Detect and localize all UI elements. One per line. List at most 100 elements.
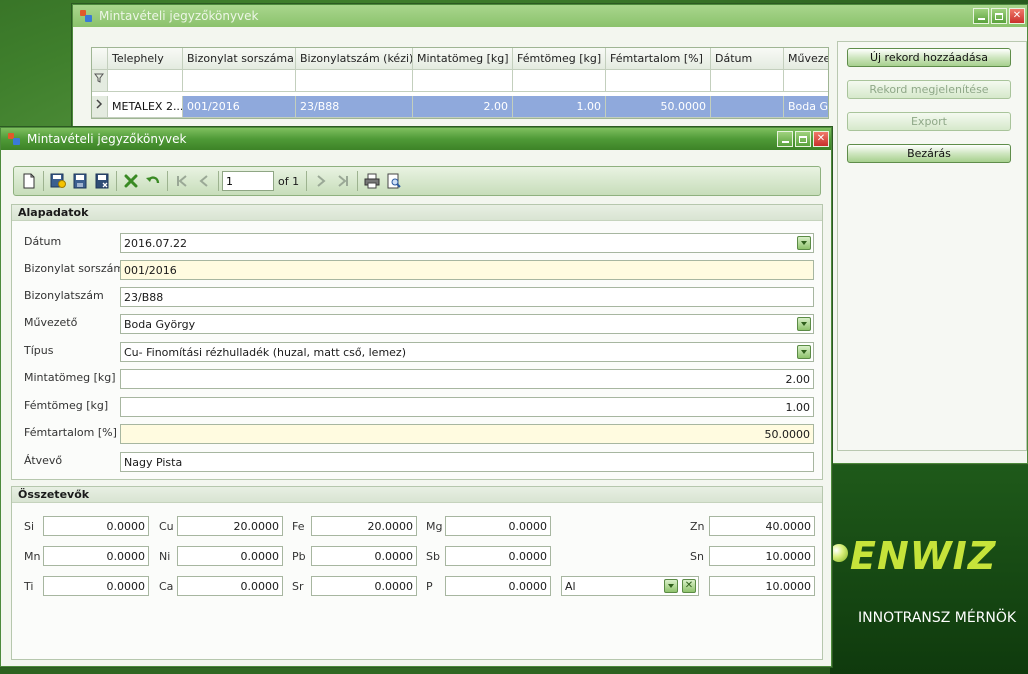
metal-mass-field[interactable]: 1.00 <box>120 397 814 417</box>
grid-corner <box>92 48 108 70</box>
save-button[interactable] <box>69 170 91 192</box>
receiver-field[interactable]: Nagy Pista <box>120 452 814 472</box>
save-close-button[interactable] <box>91 170 113 192</box>
chevron-down-icon[interactable] <box>797 345 811 359</box>
doc-number-field[interactable]: 23/B88 <box>120 287 814 307</box>
component-field-cu[interactable]: 20.0000 <box>177 516 283 536</box>
undo-button[interactable] <box>142 170 164 192</box>
grid-filter-cell[interactable] <box>513 70 606 92</box>
grid-cell[interactable]: 2.00 <box>413 96 513 118</box>
grid-filter-cell[interactable] <box>296 70 413 92</box>
list-window-titlebar[interactable]: Mintavételi jegyzőkönyvek ✕ <box>73 5 1027 27</box>
export-button[interactable]: Export <box>847 112 1011 131</box>
component-field-sr[interactable]: 0.0000 <box>311 576 417 596</box>
grid-header-cell[interactable]: Mintatömeg [kg] <box>413 48 513 70</box>
close-button[interactable]: Bezárás <box>847 144 1011 163</box>
component-field-si[interactable]: 0.0000 <box>43 516 149 536</box>
extra-component-select[interactable]: Al ✕ <box>561 576 699 596</box>
close-window-button[interactable]: ✕ <box>1009 8 1025 24</box>
filter-icon[interactable] <box>92 70 108 92</box>
grid-filter-cell[interactable] <box>784 70 828 92</box>
component-field-pb[interactable]: 0.0000 <box>311 546 417 566</box>
first-record-button[interactable] <box>171 170 193 192</box>
record-window-title: Mintavételi jegyzőkönyvek <box>27 132 187 146</box>
print-preview-button[interactable] <box>383 170 405 192</box>
grid-header-cell[interactable]: Telephely <box>108 48 183 70</box>
component-label-sn: Sn <box>690 550 704 563</box>
grid-header-cell[interactable]: Bizonylatszám (kézi) <box>296 48 413 70</box>
doc-serial-field[interactable]: 001/2016 <box>120 260 814 280</box>
grid-cell[interactable]: 001/2016 <box>183 96 296 118</box>
component-field-fe[interactable]: 20.0000 <box>311 516 417 536</box>
grid-cell[interactable]: METALEX 2... <box>108 96 183 118</box>
brand-logo-mark <box>830 544 848 562</box>
minimize-icon <box>977 18 985 20</box>
grid-cell[interactable]: 1.00 <box>513 96 606 118</box>
grid-header-cell[interactable]: Fémtartalom [%] <box>606 48 711 70</box>
row-indicator-icon[interactable] <box>92 96 108 118</box>
grid-header-cell[interactable]: Dátum <box>711 48 784 70</box>
grid-header-cell[interactable]: Művezető <box>784 48 828 70</box>
date-select[interactable]: 2016.07.22 <box>120 233 814 253</box>
component-field-sb[interactable]: 0.0000 <box>445 546 551 566</box>
maximize-button[interactable] <box>795 131 811 147</box>
component-field-zn[interactable]: 40.0000 <box>709 516 815 536</box>
chevron-down-icon[interactable] <box>797 317 811 331</box>
minimize-button[interactable] <box>777 131 793 147</box>
print-button[interactable] <box>361 170 383 192</box>
minimize-icon <box>781 141 789 143</box>
save-new-button[interactable] <box>47 170 69 192</box>
record-window-titlebar[interactable]: Mintavételi jegyzőkönyvek ✕ <box>1 128 831 150</box>
toolbar-separator <box>218 171 219 191</box>
last-record-button[interactable] <box>332 170 354 192</box>
toolbar-separator <box>357 171 359 191</box>
metal-content-field[interactable]: 50.0000 <box>120 424 814 444</box>
component-field-mn[interactable]: 0.0000 <box>43 546 149 566</box>
component-field-p[interactable]: 0.0000 <box>445 576 551 596</box>
grid-header-cell[interactable]: Fémtömeg [kg] <box>513 48 606 70</box>
grid-filter-cell[interactable] <box>108 70 183 92</box>
components-heading: Összetevők <box>12 487 822 503</box>
date-value: 2016.07.22 <box>124 237 187 250</box>
component-field-ti[interactable]: 0.0000 <box>43 576 149 596</box>
show-record-button[interactable]: Rekord megjelenítése <box>847 80 1011 99</box>
delete-x-icon <box>124 174 138 188</box>
new-record-button[interactable] <box>18 170 40 192</box>
type-select[interactable]: Cu- Finomítási rézhulladék (huzal, matt … <box>120 342 814 362</box>
chevron-left-icon <box>199 175 208 187</box>
add-record-button[interactable]: Új rekord hozzáadása <box>847 48 1011 67</box>
component-field-ni[interactable]: 0.0000 <box>177 546 283 566</box>
grid-header-cell[interactable]: Bizonylat sorszáma <box>183 48 296 70</box>
component-field-mg[interactable]: 0.0000 <box>445 516 551 536</box>
grid-filter-cell[interactable] <box>606 70 711 92</box>
doc-serial-label: Bizonylat sorszáma <box>24 262 131 275</box>
table-row[interactable]: METALEX 2... 001/2016 23/B88 2.00 1.00 5… <box>92 96 828 118</box>
grid-cell[interactable]: 23/B88 <box>296 96 413 118</box>
grid-filter-cell[interactable] <box>413 70 513 92</box>
delete-button[interactable] <box>120 170 142 192</box>
foreman-select[interactable]: Boda György <box>120 314 814 334</box>
close-window-button[interactable]: ✕ <box>813 131 829 147</box>
grid-filter-cell[interactable] <box>183 70 296 92</box>
chevron-down-icon[interactable] <box>664 579 678 593</box>
grid-filter-cell[interactable] <box>711 70 784 92</box>
chevron-down-icon[interactable] <box>797 236 811 250</box>
maximize-icon <box>995 12 1003 20</box>
save-close-icon <box>95 173 109 189</box>
toolbar-separator <box>306 171 308 191</box>
grid-cell[interactable]: Boda György <box>784 96 828 118</box>
clear-selection-icon[interactable]: ✕ <box>682 579 696 593</box>
component-field-sn[interactable]: 10.0000 <box>709 546 815 566</box>
previous-record-button[interactable] <box>193 170 215 192</box>
page-number-input[interactable] <box>222 171 274 191</box>
next-record-button[interactable] <box>310 170 332 192</box>
grid-cell[interactable] <box>711 96 784 118</box>
last-page-icon <box>338 175 349 187</box>
extra-component-field[interactable]: 10.0000 <box>709 576 815 596</box>
minimize-button[interactable] <box>973 8 989 24</box>
sample-mass-field[interactable]: 2.00 <box>120 369 814 389</box>
grid-cell[interactable]: 50.0000 <box>606 96 711 118</box>
chevron-right-icon <box>317 175 326 187</box>
component-field-ca[interactable]: 0.0000 <box>177 576 283 596</box>
maximize-button[interactable] <box>991 8 1007 24</box>
